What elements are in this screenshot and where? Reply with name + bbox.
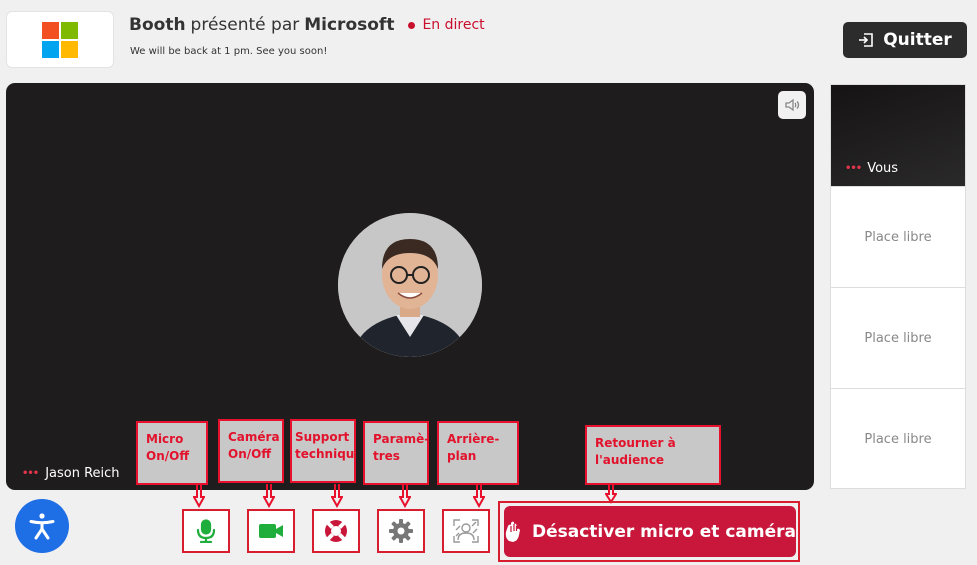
background-button[interactable] bbox=[442, 509, 490, 553]
speaker-name: Jason Reich bbox=[45, 466, 120, 481]
free-slot[interactable]: Place libre bbox=[831, 388, 965, 489]
company-logo bbox=[6, 11, 114, 68]
settings-button[interactable] bbox=[377, 509, 425, 553]
status-message: We will be back at 1 pm. See you soon! bbox=[130, 46, 328, 57]
quit-label: Quitter bbox=[883, 30, 952, 50]
speaker-label: ••• Jason Reich bbox=[22, 466, 120, 481]
volume-button[interactable] bbox=[778, 91, 806, 119]
annotation-leave: Retourner à l'audience bbox=[585, 425, 721, 485]
self-video-tile: ••• Vous bbox=[831, 85, 965, 186]
gear-icon bbox=[389, 519, 413, 543]
live-badge: En direct bbox=[408, 17, 485, 33]
exit-icon bbox=[859, 33, 874, 47]
microphone-icon bbox=[196, 519, 216, 543]
booth-word: Booth bbox=[129, 15, 186, 35]
annotation-arrow-icon bbox=[399, 484, 411, 508]
annotation-arrow-icon bbox=[331, 484, 343, 508]
annotation-support: Support technique bbox=[290, 419, 356, 483]
annotation-settings: Paramè- tres bbox=[363, 421, 429, 485]
leave-stage-button[interactable]: Désactiver micro et caméra bbox=[504, 506, 796, 557]
annotation-arrow-icon bbox=[263, 484, 275, 508]
camera-toggle-button[interactable] bbox=[247, 509, 295, 553]
annotation-arrow-icon bbox=[473, 484, 485, 508]
presented-by-text: présenté par bbox=[190, 15, 300, 35]
annotation-camera: Caméra On/Off bbox=[218, 419, 284, 483]
free-slot[interactable]: Place libre bbox=[831, 287, 965, 388]
camera-icon bbox=[259, 524, 283, 538]
accessibility-button[interactable] bbox=[15, 499, 69, 553]
speaker-icon bbox=[785, 98, 800, 112]
page-title: Booth présenté par Microsoft En direct bbox=[129, 15, 485, 35]
accessibility-icon bbox=[29, 513, 55, 540]
speaker-avatar bbox=[338, 213, 482, 357]
quit-button[interactable]: Quitter bbox=[843, 22, 967, 58]
lifebuoy-icon bbox=[325, 520, 347, 542]
annotation-arrow-icon bbox=[193, 484, 205, 508]
raised-hand-icon bbox=[505, 521, 520, 542]
live-label: En direct bbox=[422, 17, 485, 33]
audio-dots-icon: ••• bbox=[22, 468, 39, 479]
microsoft-logo-icon bbox=[42, 21, 78, 58]
audio-dots-icon: ••• bbox=[845, 163, 862, 174]
mic-toggle-button[interactable] bbox=[182, 509, 230, 553]
annotation-background: Arrière- plan bbox=[437, 421, 519, 485]
self-label: ••• Vous bbox=[845, 161, 898, 176]
annotation-mic: Micro On/Off bbox=[136, 421, 208, 485]
company-name: Microsoft bbox=[304, 15, 395, 35]
live-dot-icon bbox=[408, 21, 416, 29]
self-name: Vous bbox=[867, 161, 899, 176]
participants-panel: ••• Vous Place libre Place libre Place l… bbox=[830, 84, 966, 489]
leave-label: Désactiver micro et caméra bbox=[532, 521, 796, 542]
background-icon bbox=[453, 519, 479, 543]
free-slot[interactable]: Place libre bbox=[831, 186, 965, 287]
support-button[interactable] bbox=[312, 509, 360, 553]
